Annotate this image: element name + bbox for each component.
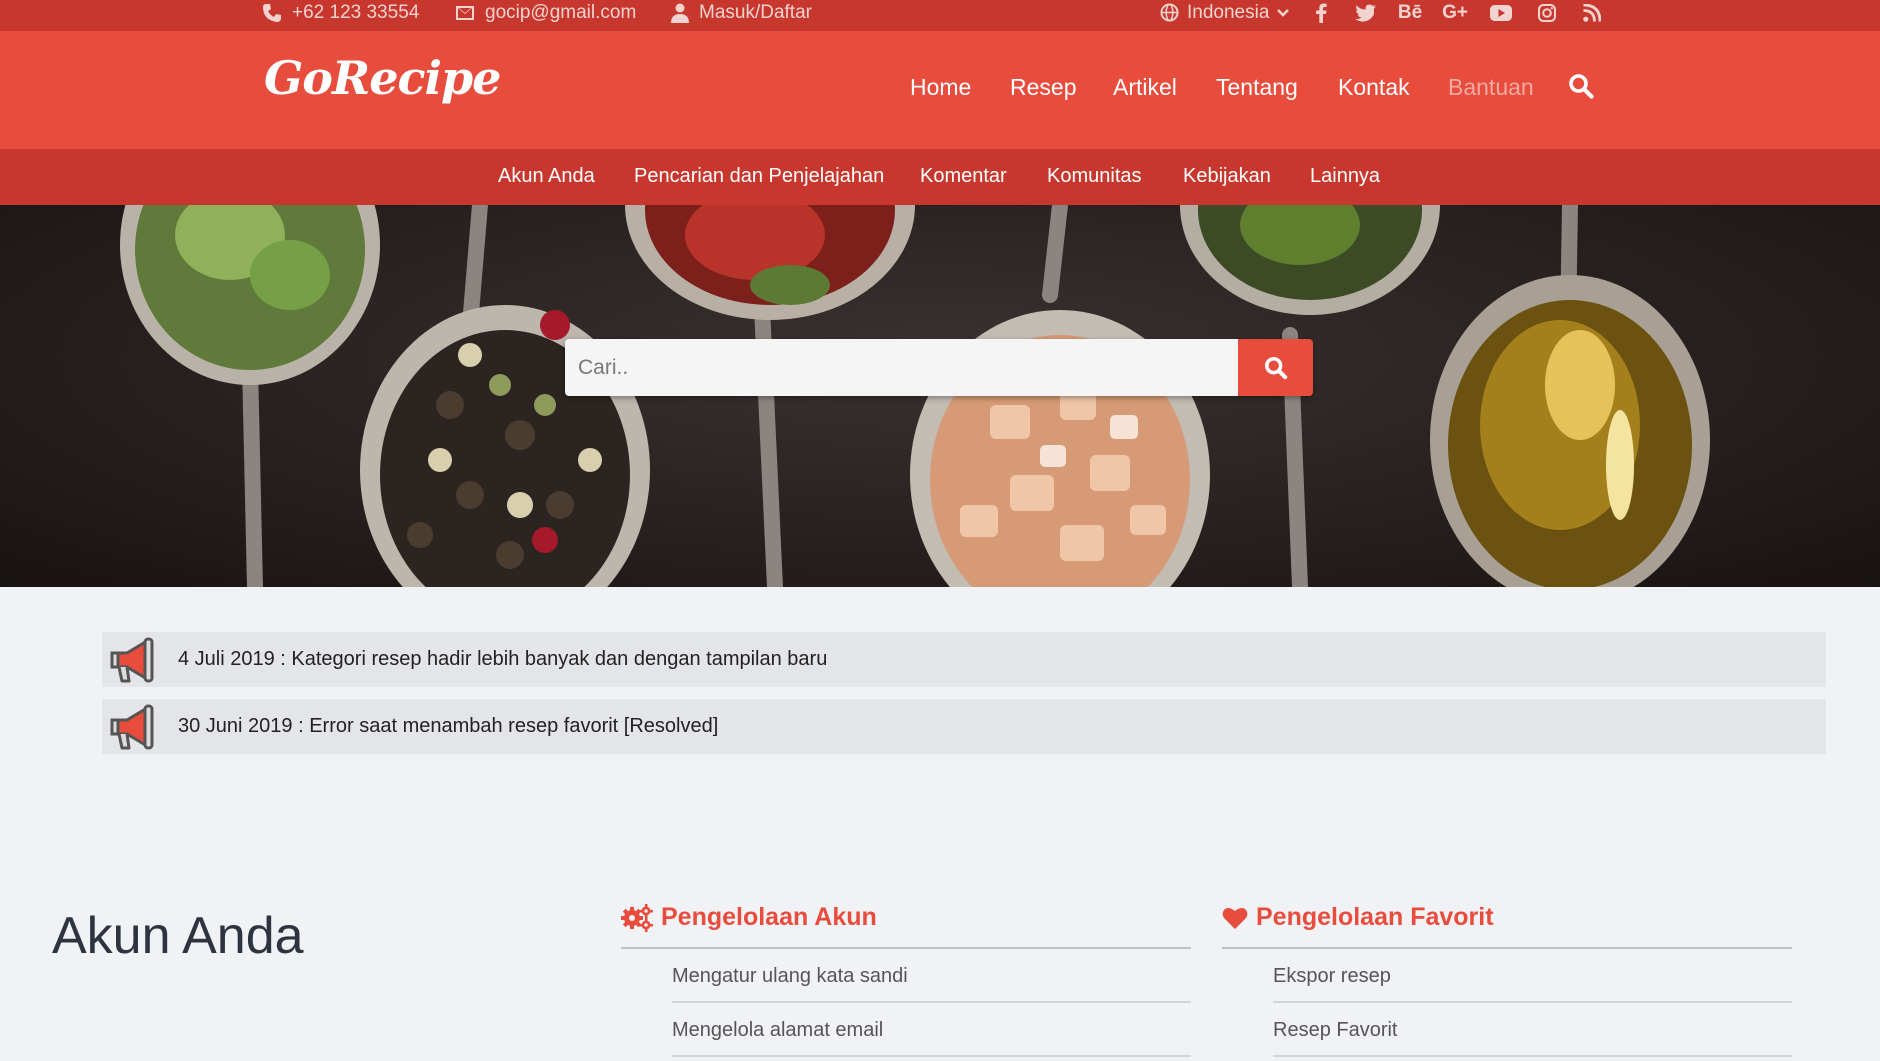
hero-banner xyxy=(0,205,1880,587)
hero-search-bar xyxy=(565,339,1313,396)
announcement-text: 30 Juni 2019 : Error saat menambah resep… xyxy=(178,715,719,737)
column-heading: Pengelolaan Favorit xyxy=(1222,900,1792,949)
phone-number: +62 123 33554 xyxy=(292,1,420,23)
phone-icon xyxy=(263,3,281,22)
megaphone-icon xyxy=(106,632,162,687)
subnav-pencarian[interactable]: Pencarian dan Penjelajahan xyxy=(634,165,884,188)
email-address: gocip@gmail.com xyxy=(485,1,637,23)
announcement-item[interactable]: 30 Juni 2019 : Error saat menambah resep… xyxy=(102,699,1826,754)
main-header: GoRecipe Home Resep Artikel Tentang Kont… xyxy=(0,31,1880,149)
nav-kontak[interactable]: Kontak xyxy=(1338,74,1410,101)
google-plus-icon[interactable]: G+ xyxy=(1440,0,1470,25)
youtube-icon[interactable] xyxy=(1486,0,1516,25)
section-title: Akun Anda xyxy=(52,907,304,965)
facebook-icon[interactable] xyxy=(1306,0,1336,25)
twitter-icon[interactable] xyxy=(1350,0,1380,25)
column-heading: Pengelolaan Akun xyxy=(621,900,1191,949)
search-input[interactable] xyxy=(565,339,1238,396)
language-selector[interactable]: Indonesia xyxy=(1160,0,1290,25)
help-link-manage-email[interactable]: Mengelola alamat email xyxy=(672,1003,1191,1057)
nav-tentang[interactable]: Tentang xyxy=(1216,74,1298,101)
subnav-komentar[interactable]: Komentar xyxy=(920,165,1007,188)
email-contact[interactable]: gocip@gmail.com xyxy=(455,0,636,25)
subnav-akun-anda[interactable]: Akun Anda xyxy=(498,165,595,188)
nav-home[interactable]: Home xyxy=(910,74,971,101)
nav-bantuan[interactable]: Bantuan xyxy=(1448,74,1534,101)
announcement-text: 4 Juli 2019 : Kategori resep hadir lebih… xyxy=(178,648,828,670)
subnav-lainnya[interactable]: Lainnya xyxy=(1310,165,1380,188)
nav-resep[interactable]: Resep xyxy=(1010,74,1076,101)
user-icon xyxy=(671,3,689,23)
top-bar: +62 123 33554 gocip@gmail.com Masuk/Daft… xyxy=(0,0,1880,31)
envelope-icon xyxy=(456,5,474,20)
help-column-account: Pengelolaan Akun Mengatur ulang kata san… xyxy=(621,900,1191,1057)
help-link-export-recipe[interactable]: Ekspor resep xyxy=(1273,949,1792,1003)
subnav-kebijakan[interactable]: Kebijakan xyxy=(1183,165,1271,188)
phone-contact[interactable]: +62 123 33554 xyxy=(262,0,419,25)
announcement-item[interactable]: 4 Juli 2019 : Kategori resep hadir lebih… xyxy=(102,632,1826,687)
heart-icon xyxy=(1222,907,1248,929)
help-column-favorites: Pengelolaan Favorit Ekspor resep Resep F… xyxy=(1222,900,1792,1057)
rss-icon[interactable] xyxy=(1577,0,1607,25)
chevron-down-icon xyxy=(1277,8,1290,17)
spices-spoons-image xyxy=(120,205,1710,587)
instagram-icon[interactable] xyxy=(1532,0,1562,25)
nav-artikel[interactable]: Artikel xyxy=(1113,74,1177,101)
language-label: Indonesia xyxy=(1187,1,1270,23)
column-title: Pengelolaan Favorit xyxy=(1256,903,1494,931)
gears-icon xyxy=(621,903,653,932)
help-category-nav: Akun Anda Pencarian dan Penjelajahan Kom… xyxy=(0,149,1880,205)
login-register-label: Masuk/Daftar xyxy=(699,1,812,23)
header-search-icon[interactable] xyxy=(1568,73,1594,104)
subnav-komunitas[interactable]: Komunitas xyxy=(1047,165,1142,188)
behance-icon[interactable]: Bē xyxy=(1395,0,1425,25)
help-link-reset-password[interactable]: Mengatur ulang kata sandi xyxy=(672,949,1191,1003)
login-register-link[interactable]: Masuk/Daftar xyxy=(671,0,812,25)
column-title: Pengelolaan Akun xyxy=(661,903,877,931)
search-icon xyxy=(1264,356,1287,379)
globe-icon xyxy=(1160,3,1179,22)
search-button[interactable] xyxy=(1238,339,1313,396)
help-link-favorite-recipes[interactable]: Resep Favorit xyxy=(1273,1003,1792,1057)
site-logo[interactable]: GoRecipe xyxy=(264,51,501,105)
megaphone-icon xyxy=(106,699,162,754)
